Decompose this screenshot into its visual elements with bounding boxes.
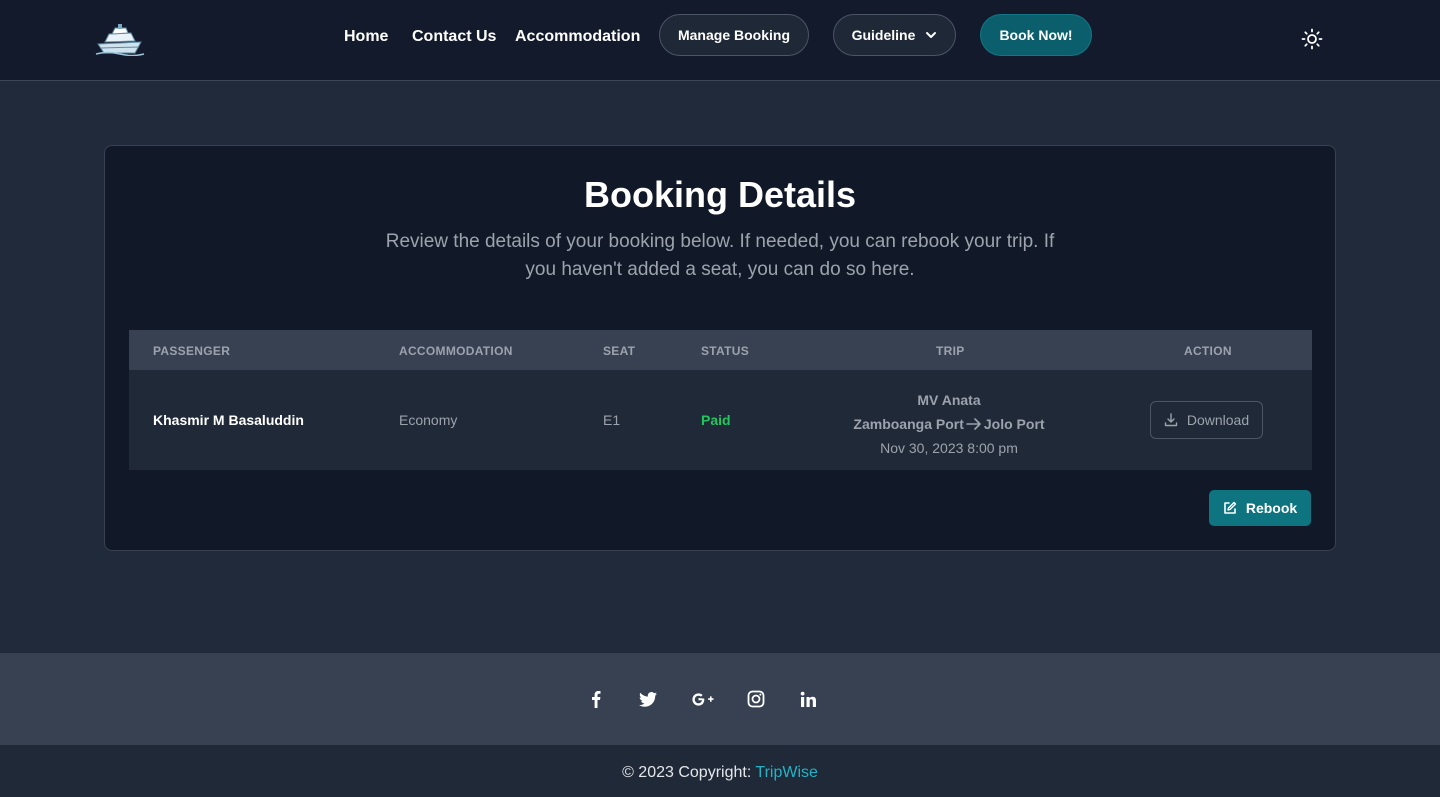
ship-logo-icon[interactable]	[95, 22, 145, 56]
column-header-passenger: PASSENGER	[153, 344, 231, 358]
table-header: PASSENGER ACCOMMODATION SEAT STATUS TRIP…	[129, 330, 1312, 370]
guideline-label: Guideline	[851, 27, 916, 43]
trip-origin: Zamboanga Port	[853, 416, 964, 432]
accommodation-value: Economy	[399, 412, 458, 428]
google-plus-icon[interactable]	[690, 687, 716, 711]
page-title: Booking Details	[583, 174, 857, 215]
column-header-seat: SEAT	[603, 344, 636, 358]
passenger-name: Khasmir M Basaluddin	[153, 412, 304, 428]
manage-booking-button[interactable]: Manage Booking	[659, 14, 809, 56]
page-subtitle: Review the details of your booking below…	[385, 231, 1055, 280]
nav-link-contact-us[interactable]: Contact Us	[412, 28, 496, 46]
download-button[interactable]: Download	[1150, 401, 1263, 439]
booking-table: PASSENGER ACCOMMODATION SEAT STATUS TRIP…	[129, 330, 1312, 470]
status-badge: Paid	[701, 412, 731, 428]
download-icon	[1164, 413, 1178, 427]
column-header-action: ACTION	[1184, 344, 1232, 358]
column-header-accommodation: ACCOMMODATION	[399, 344, 513, 358]
twitter-icon[interactable]	[636, 687, 660, 711]
arrow-right-icon	[966, 418, 981, 430]
trip-destination: Jolo Port	[983, 416, 1045, 432]
column-header-status: STATUS	[701, 344, 750, 358]
nav-link-accommodation[interactable]: Accommodation	[515, 28, 640, 46]
column-header-trip: TRIP	[936, 344, 965, 358]
chevron-down-icon	[926, 32, 937, 38]
seat-value: E1	[603, 412, 621, 428]
trip-route: Zamboanga Port Jolo Port	[819, 412, 1079, 436]
guideline-dropdown[interactable]: Guideline	[833, 14, 956, 56]
social-bar	[0, 653, 1440, 745]
brand-link[interactable]: TripWise	[755, 764, 818, 781]
book-now-button[interactable]: Book Now!	[980, 14, 1092, 56]
navbar: Home Contact Us Accommodation Manage Boo…	[0, 0, 1440, 81]
copyright-text: © 2023 Copyright:	[622, 764, 752, 781]
booking-details-card: Booking Details Review the details of yo…	[104, 145, 1336, 551]
instagram-icon[interactable]	[744, 687, 768, 711]
nav-link-home[interactable]: Home	[344, 28, 388, 46]
sun-icon[interactable]	[1301, 28, 1323, 50]
trip-info: MV Anata Zamboanga Port Jolo Port Nov 30…	[819, 388, 1079, 460]
facebook-icon[interactable]	[584, 687, 608, 711]
linkedin-icon[interactable]	[796, 687, 820, 711]
trip-datetime: Nov 30, 2023 8:00 pm	[880, 440, 1018, 456]
rebook-button[interactable]: Rebook	[1209, 490, 1311, 526]
rebook-label: Rebook	[1245, 500, 1298, 516]
table-row: Khasmir M Basaluddin Economy E1 Paid MV …	[129, 370, 1312, 470]
book-now-label: Book Now!	[999, 27, 1073, 43]
copyright-bar: © 2023 Copyright: TripWise	[0, 745, 1440, 797]
trip-vessel: MV Anata	[917, 392, 981, 408]
download-label: Download	[1186, 412, 1250, 428]
edit-icon	[1224, 501, 1237, 514]
manage-booking-label: Manage Booking	[677, 27, 790, 43]
